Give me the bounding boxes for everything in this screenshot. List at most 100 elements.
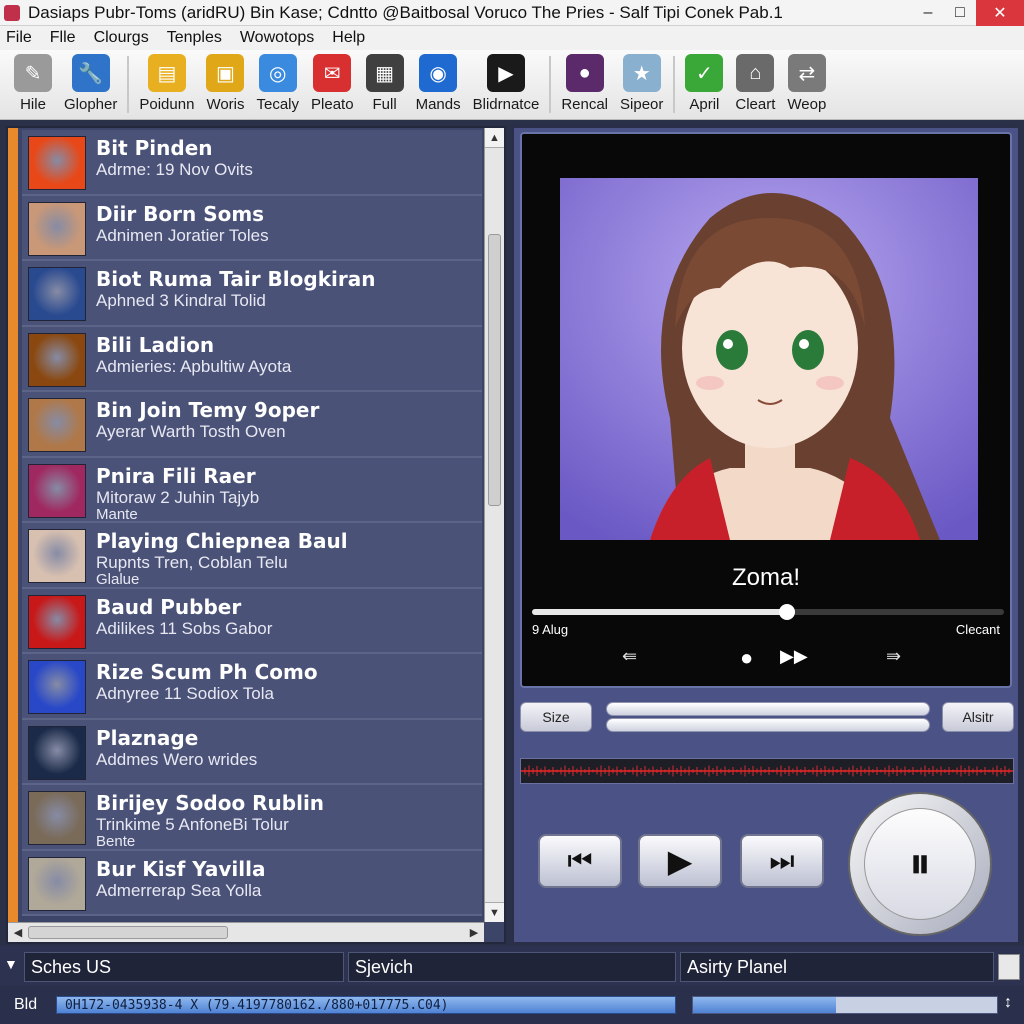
toolbar-button-april[interactable]: ✓ April bbox=[679, 50, 729, 119]
toolbar-button-poidunn[interactable]: ▤ Poidunn bbox=[133, 50, 200, 119]
playlist-item-title: Plaznage bbox=[96, 725, 199, 750]
rewind-icon[interactable]: ⇚ bbox=[622, 646, 637, 667]
alt-button[interactable]: Alsitr bbox=[942, 702, 1014, 732]
next-icon: ⏭ bbox=[769, 844, 795, 876]
playlist-vertical-scrollbar[interactable]: ▲ ▼ bbox=[484, 128, 504, 922]
playlist-item[interactable]: Plaznage Addmes Wero wrides bbox=[22, 719, 482, 785]
playlist-accent-bar bbox=[8, 128, 18, 942]
toolbar-label: Rencal bbox=[561, 96, 609, 113]
playlist-thumbnail bbox=[28, 201, 86, 256]
seek-knob[interactable] bbox=[778, 604, 795, 620]
playlist-thumbnail bbox=[28, 267, 86, 321]
pause-button[interactable]: ⏸ bbox=[848, 792, 992, 936]
playlist-horizontal-scrollbar[interactable]: ◀ ▶ bbox=[8, 922, 484, 942]
scroll-up-icon[interactable]: ▲ bbox=[485, 128, 504, 148]
toolbar-label: Tecaly bbox=[256, 96, 300, 113]
toolbar-button-rencal[interactable]: ● Rencal bbox=[555, 50, 614, 119]
play-store-icon: ▶ bbox=[486, 54, 525, 92]
playlist-item[interactable]: Birijey Sodoo Rublin Trinkime 5 AnfoneBi … bbox=[22, 785, 482, 851]
size-button[interactable]: Size bbox=[520, 702, 592, 732]
menu-clourgs[interactable]: Clourgs bbox=[88, 29, 161, 47]
menu-bar: File Flle Clourgs Tenples Wowotops Help bbox=[0, 26, 1024, 50]
playlist-item-text: Bin Join Temy 9oper Ayerar Warth Tosth Ov… bbox=[96, 398, 319, 442]
toolbar-button-mands[interactable]: ◉ Mands bbox=[410, 50, 467, 119]
toolbar-button-weop[interactable]: ⇄ Weop bbox=[781, 50, 832, 119]
toolbar-label: Woris bbox=[206, 96, 245, 113]
playlist-item-text: Bur Kisf Yavilla Admerrerap Sea Yolla bbox=[96, 857, 265, 901]
toolbar-button-sipeor[interactable]: ★ Sipeor bbox=[614, 50, 669, 119]
app-icon bbox=[4, 4, 20, 21]
title-bar: Dasiaps Pubr-Toms (aridRU) Bin Kase; Cdn… bbox=[0, 0, 1024, 26]
globe-icon: ◉ bbox=[419, 54, 458, 92]
menu-file[interactable]: File bbox=[0, 29, 44, 47]
toolbar-button-woris[interactable]: ▣ Woris bbox=[200, 50, 250, 119]
toolbar-label: Full bbox=[372, 96, 397, 113]
playlist-item[interactable]: Rize Scum Ph Como Adnyree 11 Sodiox Tola bbox=[22, 654, 482, 720]
window-title: Dasiaps Pubr-Toms (aridRU) Bin Kase; Cdn… bbox=[28, 2, 783, 22]
hscroll-thumb[interactable] bbox=[28, 926, 228, 939]
close-button[interactable]: ✕ bbox=[976, 0, 1024, 26]
playlist-thumbnail bbox=[28, 856, 86, 911]
playlist-item-title: Baud Pubber bbox=[96, 594, 242, 619]
toolbar-button-blidrnatce[interactable]: ▶ Blidrnatce bbox=[467, 50, 546, 119]
playlist-item[interactable]: Pnira Fili Raer Mitoraw 2 Juhin Tajyb Mant… bbox=[22, 457, 482, 523]
info-bar: Bld 0H172-0435938-4 X (79.4197780162./88… bbox=[0, 988, 1024, 1024]
seek-bar[interactable] bbox=[532, 604, 1004, 620]
playlist-item-subtitle: Trinkime 5 AnfoneBi Tolur bbox=[96, 815, 289, 834]
toolbar-button-glopher[interactable]: 🔧 Glopher bbox=[58, 50, 123, 119]
playlist-item-title: Bili Ladion bbox=[96, 332, 215, 357]
mini-play-icon[interactable]: ▶▶ bbox=[780, 646, 808, 667]
play-icon: ▶ bbox=[667, 843, 693, 879]
playlist-item[interactable]: Baud Pubber Adilikes 11 Sobs Gabor bbox=[22, 588, 482, 654]
menu-help[interactable]: Help bbox=[326, 29, 377, 47]
toolbar-separator bbox=[127, 56, 130, 113]
waveform-display bbox=[520, 758, 1014, 784]
toolbar-label: Mands bbox=[415, 96, 461, 113]
folder-icon: ▣ bbox=[206, 54, 245, 92]
playlist-thumbnail bbox=[28, 725, 86, 780]
playlist-item-title: Biot Ruma Tair Blogkiran bbox=[96, 267, 376, 291]
expand-icon[interactable]: ↕ bbox=[1004, 994, 1012, 1012]
toolbar-button-hile[interactable]: ✎ Hile bbox=[8, 50, 58, 119]
playlist-item[interactable]: Bili Ladion Admieries: Apbultiw Ayota bbox=[22, 326, 482, 392]
playlist-item-subtitle: Adilikes 11 Sobs Gabor bbox=[96, 618, 273, 638]
status-field-search[interactable]: Sjevich bbox=[348, 952, 676, 982]
menu-list-icon[interactable] bbox=[998, 954, 1020, 980]
forward-icon[interactable]: ⇛ bbox=[886, 646, 901, 667]
playlist-item[interactable]: Biot Ruma Tair Blogkiran Aphned 3 Kindral… bbox=[22, 261, 482, 327]
playlist-item-subtitle: Admerrerap Sea Yolla bbox=[96, 880, 262, 900]
toolbar-separator bbox=[673, 56, 676, 113]
previous-button[interactable]: ⏮ bbox=[538, 834, 622, 888]
scroll-left-icon[interactable]: ◀ bbox=[8, 923, 28, 942]
satellite-icon: ✎ bbox=[14, 54, 52, 92]
playlist-panel: Bit Pinden Adrme: 19 Nov Ovits Diir Born S… bbox=[6, 126, 506, 944]
scroll-right-icon[interactable]: ▶ bbox=[464, 923, 484, 942]
playlist-item[interactable]: Playing Chiepnea Baul Rupnts Tren, Coblan… bbox=[22, 523, 482, 589]
playlist-item-extra: Glalue bbox=[96, 571, 140, 588]
toolbar-button-tecaly[interactable]: ◎ Tecaly bbox=[251, 50, 306, 119]
playlist-item-text: Biot Ruma Tair Blogkiran Aphned 3 Kindral… bbox=[96, 267, 375, 311]
stop-icon[interactable]: ● bbox=[740, 645, 753, 671]
next-button[interactable]: ⏭ bbox=[740, 834, 824, 888]
toolbar-button-full[interactable]: ▦ Full bbox=[360, 50, 410, 119]
play-button[interactable]: ▶ bbox=[638, 834, 722, 888]
minimize-button[interactable]: – bbox=[912, 0, 944, 26]
volume-slider[interactable] bbox=[606, 718, 930, 732]
document-icon: ▤ bbox=[147, 54, 186, 92]
menu-tenples[interactable]: Tenples bbox=[161, 29, 234, 47]
menu-flle[interactable]: Flle bbox=[44, 29, 88, 47]
playlist-item[interactable]: Diir Born Soms Adnimen Joratier Toles bbox=[22, 195, 482, 261]
scroll-down-icon[interactable]: ▼ bbox=[485, 902, 504, 922]
maximize-button[interactable]: □ bbox=[944, 0, 976, 26]
menu-wowotops[interactable]: Wowotops bbox=[234, 29, 326, 47]
playlist-item-text: Playing Chiepnea Baul Rupnts Tren, Coblan… bbox=[96, 529, 348, 587]
collapse-icon[interactable]: ▼ bbox=[4, 956, 18, 972]
toolbar-label: Hile bbox=[20, 96, 46, 113]
balance-slider[interactable] bbox=[606, 702, 930, 716]
playlist-item[interactable]: Bur Kisf Yavilla Admerrerap Sea Yolla bbox=[22, 850, 482, 916]
playlist-item[interactable]: Bit Pinden Adrme: 19 Nov Ovits bbox=[22, 130, 482, 196]
scroll-thumb[interactable] bbox=[488, 234, 501, 506]
playlist-item[interactable]: Bin Join Temy 9oper Ayerar Warth Tosth Ov… bbox=[22, 392, 482, 458]
toolbar-button-cleart[interactable]: ⌂ Cleart bbox=[729, 50, 781, 119]
toolbar-button-pleato[interactable]: ✉ Pleato bbox=[305, 50, 360, 119]
